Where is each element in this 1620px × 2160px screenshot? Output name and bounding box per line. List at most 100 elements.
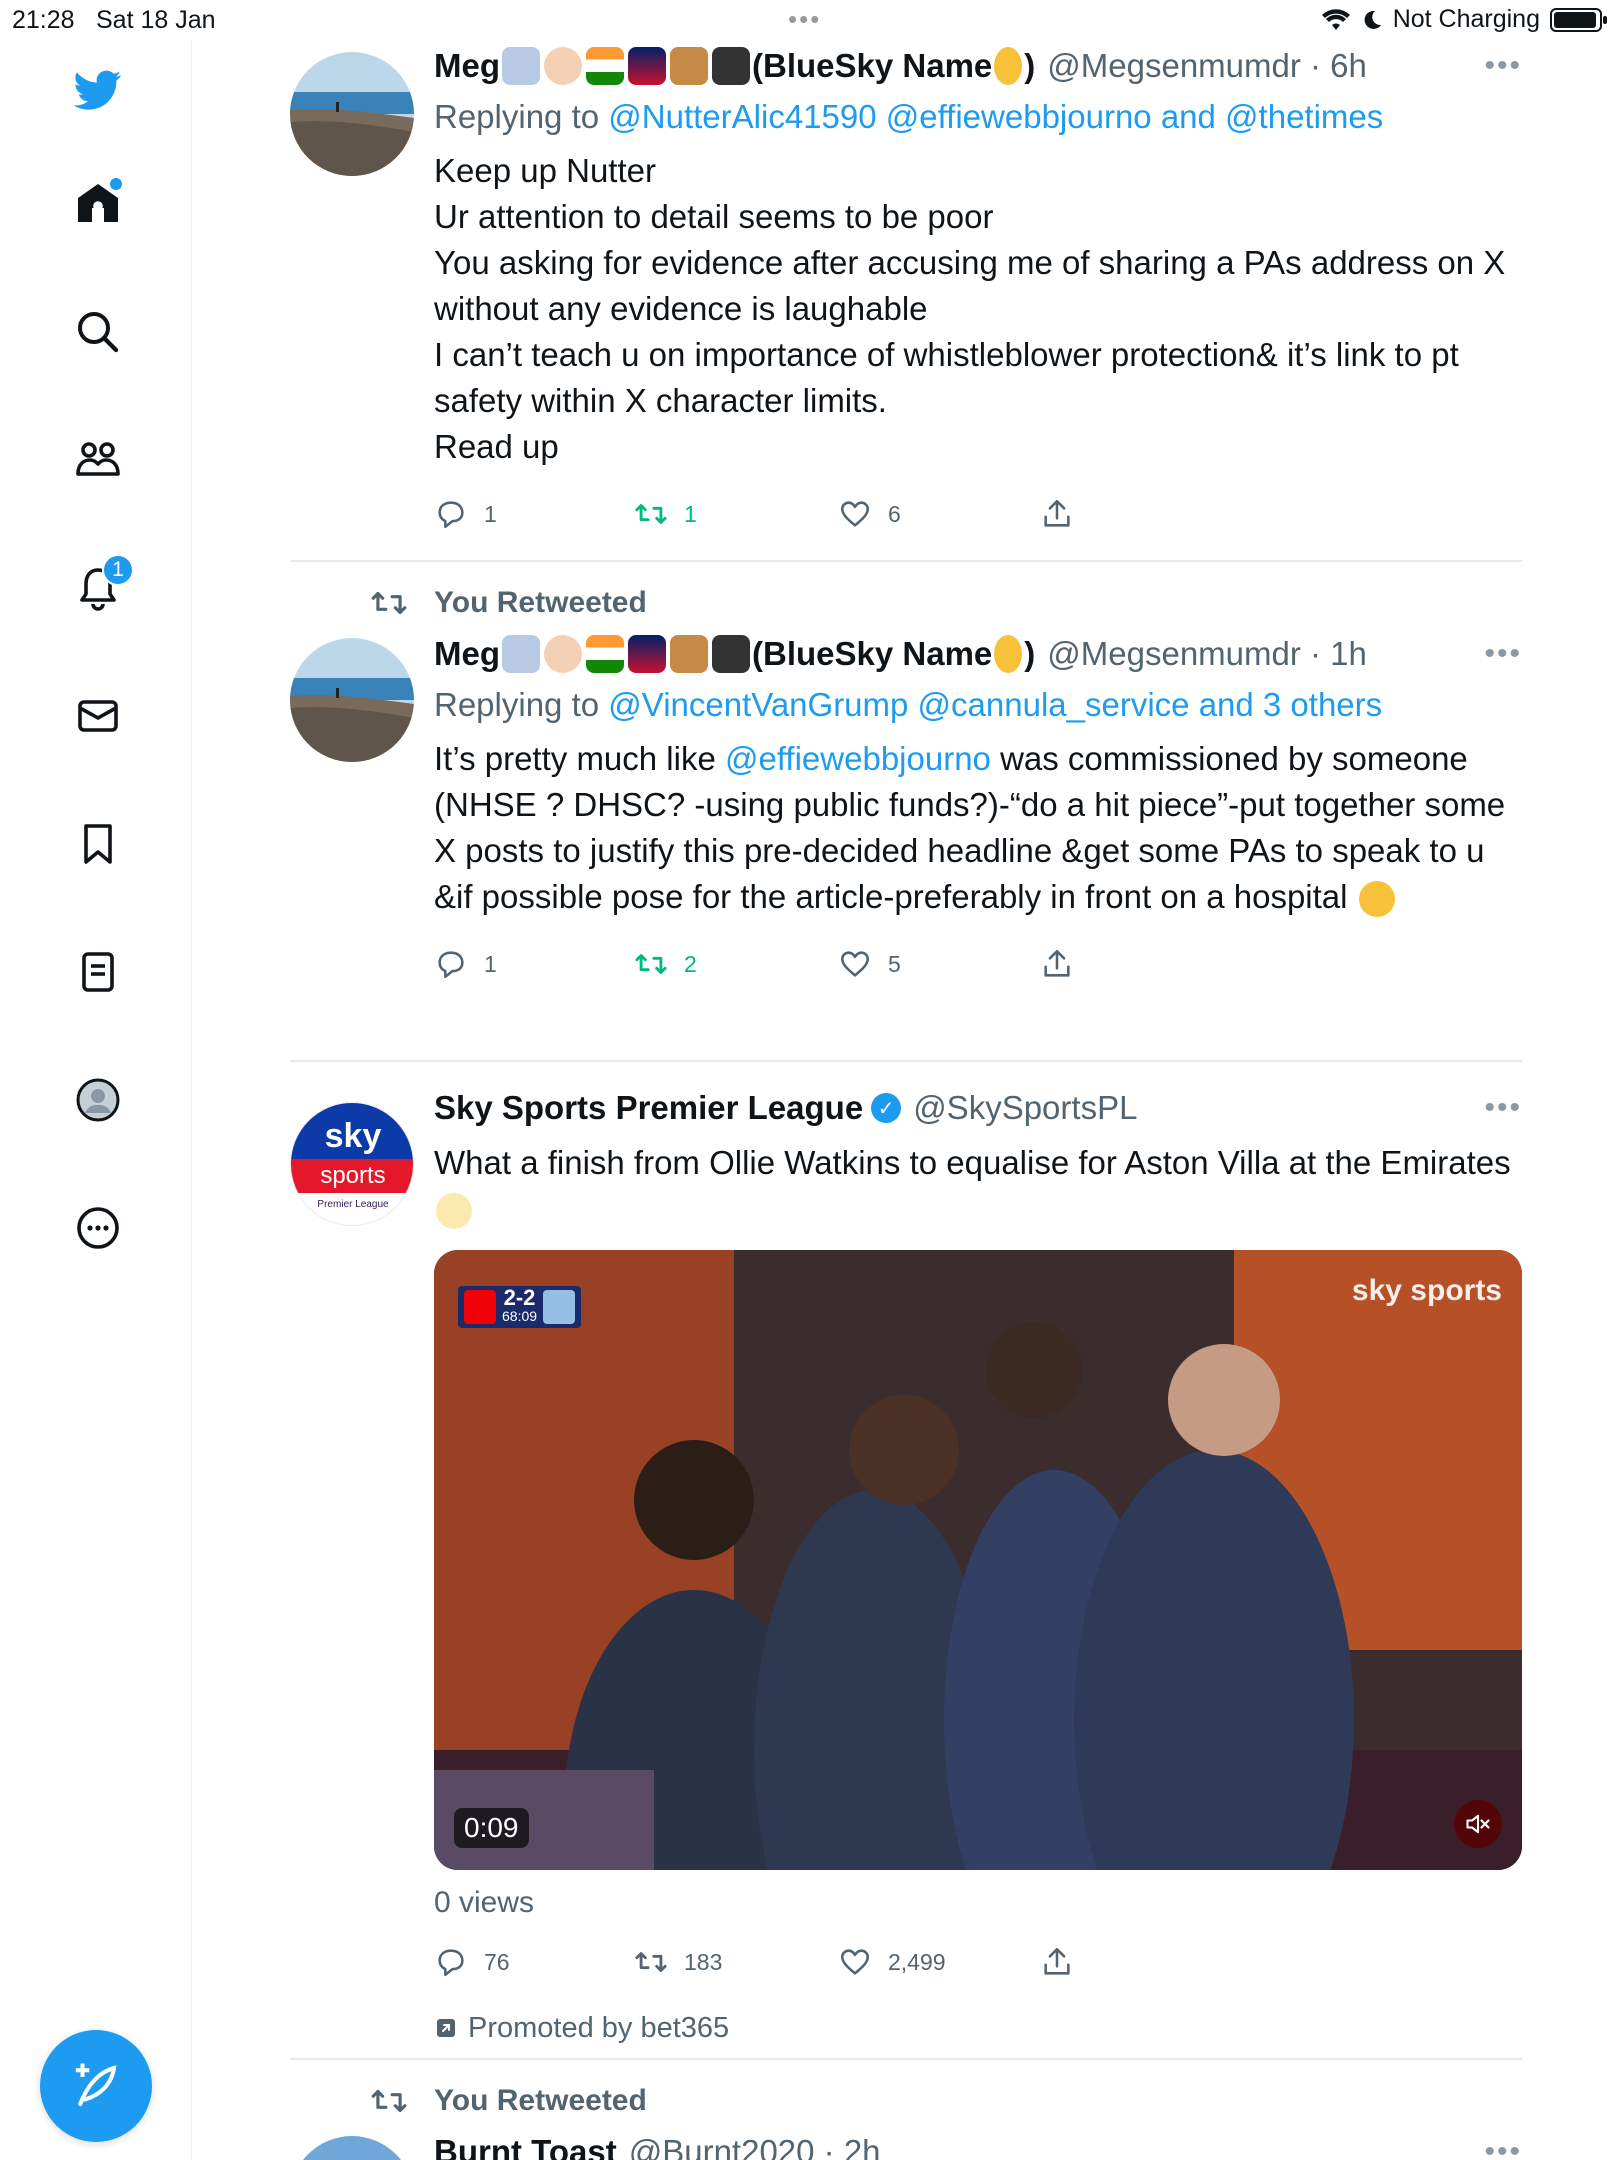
tweet-body: It’s pretty much like @effiewebbjourno w… <box>434 736 1522 920</box>
tweet[interactable]: sky sports Premier League Sky Sports Pre… <box>290 1062 1522 2060</box>
status-date: Sat 18 Jan <box>96 6 216 34</box>
more-options-icon[interactable]: ••• <box>1484 49 1522 83</box>
tweet-mention[interactable]: @effiewebbjourno <box>725 740 991 777</box>
author-name[interactable]: Meg <box>434 47 500 85</box>
compose-feather-icon <box>75 2063 117 2107</box>
bookmarks-icon[interactable] <box>62 808 134 880</box>
share-button[interactable] <box>1040 497 1074 531</box>
movie-camera-emoji-icon <box>712 47 750 85</box>
cricket-emoji-icon <box>670 47 708 85</box>
share-icon <box>1044 1947 1070 1975</box>
author-handle[interactable]: @Megsenmumdr · 6h <box>1047 47 1367 85</box>
author-name[interactable]: Burnt Toast <box>434 2133 617 2160</box>
avatar[interactable] <box>290 2136 414 2160</box>
broadcaster-watermark: sky sports <box>1351 1274 1502 1307</box>
tweet-header: Burnt Toast @Burnt2020 · 2h ••• <box>434 2126 1522 2160</box>
health-worker-emoji-icon <box>544 635 582 673</box>
replying-to: Replying to @NutterAlic41590 @effiewebbj… <box>434 92 1522 142</box>
author-handle[interactable]: @Burnt2020 · 2h <box>629 2133 881 2160</box>
like-count: 6 <box>888 500 901 527</box>
more-options-icon[interactable]: ••• <box>1484 2135 1522 2160</box>
home-icon[interactable] <box>62 168 134 240</box>
reply-button[interactable]: 76 <box>434 1945 634 1979</box>
avatar-text-small: Premier League <box>317 1199 389 1210</box>
search-icon[interactable] <box>62 296 134 368</box>
tweet-body: Keep up Nutter Ur attention to detail se… <box>434 148 1522 470</box>
match-scoreboard: 2-2 68:09 <box>458 1286 582 1328</box>
family-emoji-icon <box>502 47 540 85</box>
tweet-line: You asking for evidence after accusing m… <box>434 244 1506 327</box>
multitasking-dots-icon[interactable]: ••• <box>788 4 821 35</box>
tweet-header: Meg (BlueSky Name ) @Megsenmumdr · 6h ••… <box>434 40 1522 92</box>
communities-icon[interactable] <box>62 424 134 496</box>
retweeted-context: You Retweeted <box>290 578 1522 628</box>
tweet[interactable]: You Retweeted Meg (BlueSky Name ) @Megse… <box>290 562 1522 1062</box>
retweeted-label: You Retweeted <box>434 586 647 619</box>
sidebar: 1 <box>0 40 192 2160</box>
lists-icon[interactable] <box>62 936 134 1008</box>
author-handle[interactable]: @SkySportsPL <box>913 1089 1137 1127</box>
share-icon <box>1044 949 1070 977</box>
share-button[interactable] <box>1040 1945 1074 1979</box>
compose-tweet-button[interactable] <box>40 2030 152 2142</box>
replying-targets[interactable]: @NutterAlic41590 @effiewebbjourno and @t… <box>608 98 1383 135</box>
like-count: 2,499 <box>888 1948 946 1975</box>
retweeted-label: You Retweeted <box>434 2084 647 2117</box>
notifications-badge: 1 <box>102 554 134 586</box>
like-button[interactable]: 5 <box>838 947 1040 981</box>
author-handle[interactable]: @Megsenmumdr · 1h <box>1047 635 1367 673</box>
tweet-body: What a finish from Ollie Watkins to equa… <box>434 1140 1522 1232</box>
reply-count: 1 <box>484 950 497 977</box>
author-name-suffix: (BlueSky Name <box>752 47 993 84</box>
profile-icon[interactable] <box>62 1064 134 1136</box>
retweet-button[interactable]: 1 <box>634 497 838 531</box>
tweet-actions: 76 183 2,499 <box>434 1932 1522 1992</box>
avatar[interactable] <box>290 638 414 762</box>
retweet-button[interactable]: 2 <box>634 947 838 981</box>
timeline-feed: Meg (BlueSky Name ) @Megsenmumdr · 6h ••… <box>290 40 1522 2160</box>
mute-button[interactable] <box>1454 1800 1502 1848</box>
status-time: 21:28 <box>12 6 75 34</box>
reply-button[interactable]: 1 <box>434 947 634 981</box>
tweet[interactable]: You Retweeted Burnt Toast @Burnt2020 · 2… <box>290 2060 1522 2160</box>
family-emoji-icon <box>502 635 540 673</box>
tweet[interactable]: Meg (BlueSky Name ) @Megsenmumdr · 6h ••… <box>290 40 1522 562</box>
heart-icon <box>840 1949 870 1975</box>
status-bar: 21:28 Sat 18 Jan ••• Not Charging <box>0 0 1620 40</box>
retweet-button[interactable]: 183 <box>634 1945 838 1979</box>
replying-targets[interactable]: @VincentVanGrump @cannula_service and 3 … <box>608 686 1382 723</box>
promoted-label[interactable]: Promoted by bet365 <box>434 2006 1522 2050</box>
replying-prefix: Replying to <box>434 98 600 135</box>
reply-count: 76 <box>484 1948 510 1975</box>
retweet-count: 2 <box>684 950 697 977</box>
video-duration: 0:09 <box>454 1808 529 1848</box>
aston-villa-crest-icon <box>543 1290 576 1324</box>
more-icon[interactable] <box>62 1192 134 1264</box>
like-count: 5 <box>888 950 901 977</box>
video-player[interactable]: 2-2 68:09 sky sports 0:09 <box>434 1250 1522 1870</box>
retweet-count: 183 <box>684 1948 723 1975</box>
movie-camera-emoji-icon <box>712 635 750 673</box>
reply-icon <box>438 951 464 979</box>
tweet-line: Keep up Nutter <box>434 152 656 189</box>
avatar[interactable]: sky sports Premier League <box>290 1102 414 1226</box>
more-options-icon[interactable]: ••• <box>1484 1091 1522 1125</box>
author-name[interactable]: Sky Sports Premier League <box>434 1089 863 1127</box>
author-name[interactable]: Meg <box>434 635 500 673</box>
heart-icon <box>840 501 870 527</box>
cricket-emoji-icon <box>670 635 708 673</box>
dizzy-emoji-icon <box>436 1193 472 1230</box>
avatar[interactable] <box>290 52 414 176</box>
view-count: 0 views <box>434 1886 535 1919</box>
like-button[interactable]: 2,499 <box>838 1945 1040 1979</box>
more-options-icon[interactable]: ••• <box>1484 637 1522 671</box>
like-button[interactable]: 6 <box>838 497 1040 531</box>
notifications-icon[interactable]: 1 <box>62 552 134 624</box>
reply-button[interactable]: 1 <box>434 497 634 531</box>
replying-to: Replying to @VincentVanGrump @cannula_se… <box>434 680 1522 730</box>
twitter-bird-icon[interactable] <box>62 54 134 126</box>
messages-icon[interactable] <box>62 680 134 752</box>
share-button[interactable] <box>1040 947 1074 981</box>
speaker-muted-icon <box>1466 1814 1490 1834</box>
health-worker-emoji-icon <box>544 47 582 85</box>
